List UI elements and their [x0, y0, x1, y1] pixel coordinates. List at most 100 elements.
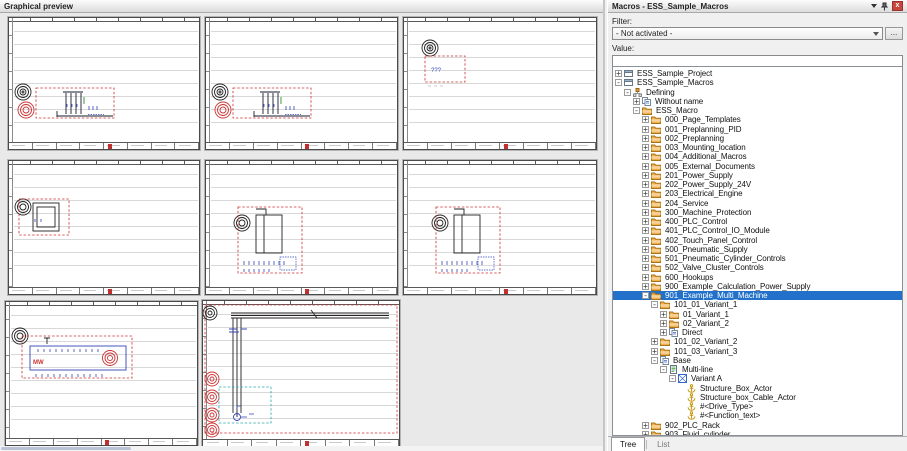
tree-expander-icon[interactable]: + — [642, 200, 649, 207]
tree-expander-icon[interactable]: + — [642, 227, 649, 234]
tree-item[interactable]: +101_02_Variant_2 — [613, 337, 902, 346]
tree-expander-icon[interactable]: + — [642, 135, 649, 142]
tree-expander-icon[interactable]: + — [651, 348, 658, 355]
tree-item[interactable]: +101_03_Variant_3 — [613, 347, 902, 356]
tree-expander-icon[interactable]: - — [669, 375, 676, 382]
tree-item[interactable]: +001_Preplanning_PID — [613, 125, 902, 134]
tree-item[interactable]: + Without name — [613, 97, 902, 106]
folder-icon — [660, 300, 670, 309]
tree-item[interactable]: +900_Example_Calculation_Power_Supply — [613, 282, 902, 291]
tree-item[interactable]: -Multi-line — [613, 365, 902, 374]
tree-expander-icon[interactable]: + — [642, 422, 649, 429]
tree-item[interactable]: -101_01_Variant_1 — [613, 300, 902, 309]
tree-expander-icon[interactable]: + — [642, 190, 649, 197]
tree-expander-icon[interactable]: - — [642, 292, 649, 299]
tree-item[interactable]: +600_Hookups — [613, 273, 902, 282]
tree-item[interactable]: +400_PLC_Control — [613, 217, 902, 226]
tree-item[interactable]: +003_Mounting_location — [613, 143, 902, 152]
tree-expander-icon[interactable]: - — [615, 79, 622, 86]
view-tabs: TreeList — [608, 436, 907, 451]
scrollbar-thumb[interactable] — [1, 447, 131, 450]
tree-expander-icon[interactable]: - — [660, 366, 667, 373]
tree-expander-icon[interactable]: + — [633, 98, 640, 105]
close-icon[interactable]: x — [892, 1, 903, 11]
menu-down-icon[interactable] — [871, 4, 877, 8]
tree-expander-icon[interactable]: + — [642, 144, 649, 151]
tree-item[interactable]: +401_PLC_Control_IO_Module — [613, 226, 902, 235]
tree-item[interactable]: -#<Function_text> — [613, 411, 902, 420]
preview-tile-page-1[interactable] — [8, 17, 200, 150]
preview-tile-page-4[interactable] — [8, 160, 200, 295]
filter-dropdown[interactable]: - Not activated - — [612, 27, 883, 40]
horizontal-scrollbar[interactable] — [0, 446, 603, 451]
tree-expander-icon[interactable]: + — [642, 283, 649, 290]
tree-item[interactable]: +01_Variant_1 — [613, 310, 902, 319]
tree-item[interactable]: +000_Page_Templates — [613, 115, 902, 124]
tree-item-label: Without name — [653, 97, 705, 106]
tree-expander-icon[interactable]: + — [651, 338, 658, 345]
preview-tile-page-5[interactable] — [205, 160, 398, 295]
tree-expander-icon[interactable]: + — [642, 126, 649, 133]
tree-item[interactable]: +ESS_Sample_Project — [613, 69, 902, 78]
tree-expander-icon[interactable]: + — [642, 218, 649, 225]
preview-tile-page-6[interactable] — [403, 160, 597, 295]
tree-item[interactable]: +002_Preplanning — [613, 134, 902, 143]
tree-expander-icon[interactable]: + — [642, 264, 649, 271]
tree-expander-icon[interactable]: + — [642, 209, 649, 216]
tree-expander-icon[interactable]: + — [660, 311, 667, 318]
preview-tile-page-3[interactable]: ??? — [403, 17, 597, 150]
tree-item[interactable]: -Variant A — [613, 374, 902, 383]
filter-browse-button[interactable]: ... — [885, 27, 903, 40]
tree-expander-icon[interactable]: + — [642, 116, 649, 123]
tree-item[interactable]: +502_Valve_Cluster_Controls — [613, 263, 902, 272]
tree-expander-icon[interactable]: + — [642, 172, 649, 179]
tree-expander-icon[interactable]: + — [642, 181, 649, 188]
tree-item[interactable]: -ESS_Macro — [613, 106, 902, 115]
tree-item[interactable]: +02_Variant_2 — [613, 319, 902, 328]
tree-expander-icon[interactable]: - — [651, 301, 658, 308]
tree-item[interactable]: -901_Example_Multi_Machine — [613, 291, 902, 300]
tree-expander-icon[interactable]: + — [642, 246, 649, 253]
tree-expander-icon[interactable]: + — [642, 237, 649, 244]
graphical-preview-header[interactable]: Graphical preview — [0, 0, 603, 13]
tree-item[interactable]: -Structure_Box_Actor — [613, 384, 902, 393]
tree-item[interactable]: +Direct — [613, 328, 902, 337]
tab-tree[interactable]: Tree — [611, 437, 645, 451]
tree-item[interactable]: +202_Power_Supply_24V — [613, 180, 902, 189]
preview-tile-page-7[interactable]: MW — [5, 301, 198, 446]
tree-expander-icon[interactable]: - — [624, 89, 631, 96]
folder-icon — [651, 282, 661, 291]
tree-item[interactable]: +203_Electrical_Engine — [613, 189, 902, 198]
tree-expander-icon[interactable]: + — [660, 329, 667, 336]
title-block — [404, 142, 596, 149]
preview-tile-page-2[interactable] — [205, 17, 398, 150]
tree-item[interactable]: +501_Pneumatic_Cylinder_Controls — [613, 254, 902, 263]
tree-item[interactable]: +004_Additional_Macros — [613, 152, 902, 161]
tree-item[interactable]: +204_Service — [613, 199, 902, 208]
tree-item[interactable]: +005_External_Documents — [613, 162, 902, 171]
tree-expander-icon[interactable]: + — [642, 163, 649, 170]
folder-icon — [642, 106, 652, 115]
macros-panel-header[interactable]: Macros - ESS_Sample_Macros x — [608, 0, 907, 13]
tree-item[interactable]: +201_Power_Supply — [613, 171, 902, 180]
tree-item[interactable]: +300_Machine_Protection — [613, 208, 902, 217]
pin-icon[interactable] — [881, 2, 888, 11]
tree-item[interactable]: -Base — [613, 356, 902, 365]
tree-item[interactable]: +500_Pneumatic_Supply — [613, 245, 902, 254]
tree-expander-icon[interactable]: + — [642, 153, 649, 160]
tree-item[interactable]: +902_PLC_Rack — [613, 421, 902, 430]
tree-item[interactable]: -Structure_box_Cable_Actor — [613, 393, 902, 402]
tab-list[interactable]: List — [648, 437, 678, 451]
tree-expander-icon[interactable]: - — [651, 357, 658, 364]
tree-expander-icon[interactable]: - — [633, 107, 640, 114]
tree-item[interactable]: -#<Drive_Type> — [613, 402, 902, 411]
tree-item[interactable]: -Defining — [613, 88, 902, 97]
tree-expander-icon[interactable]: + — [615, 70, 622, 77]
tree-expander-icon[interactable]: + — [660, 320, 667, 327]
logo-mark — [105, 440, 109, 445]
tree-item[interactable]: -ESS_Sample_Macros — [613, 78, 902, 87]
tree-expander-icon[interactable]: + — [642, 255, 649, 262]
preview-tile-page-8[interactable] — [202, 300, 400, 447]
tree-item[interactable]: +402_Touch_Panel_Control — [613, 236, 902, 245]
tree-expander-icon[interactable]: + — [642, 274, 649, 281]
